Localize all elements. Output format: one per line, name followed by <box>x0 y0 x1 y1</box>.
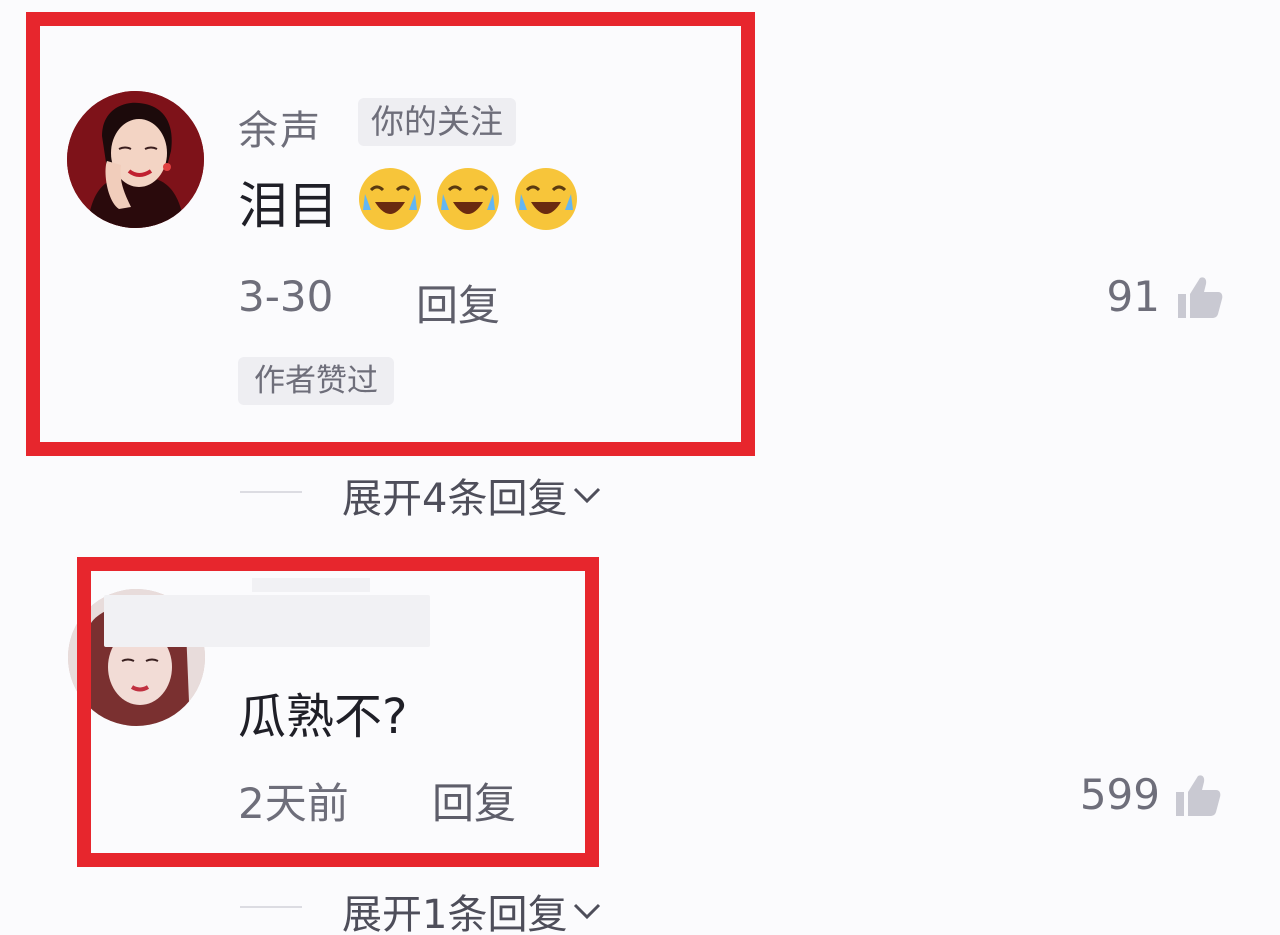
thumbs-up-icon[interactable] <box>1174 772 1222 818</box>
crying-laugh-emoji <box>515 168 577 230</box>
expand-replies-label: 展开4条回复 <box>342 476 568 522</box>
like-count: 599 <box>1079 770 1160 819</box>
emoji-group <box>357 166 579 232</box>
expand-replies-button[interactable]: 展开1条回复 <box>342 882 603 935</box>
author-liked-badge: 作者赞过 <box>238 357 394 405</box>
comment-text: 瓜熟不? <box>238 689 408 745</box>
expand-replies-label: 展开1条回复 <box>342 892 568 935</box>
reply-button[interactable]: 回复 <box>416 272 500 333</box>
comment-time: 3-30 <box>238 272 334 321</box>
username[interactable]: 余声 <box>238 98 322 156</box>
comment-time: 2天前 <box>238 779 349 828</box>
crying-laugh-emoji <box>359 168 421 230</box>
expand-replies-button[interactable]: 展开4条回复 <box>342 466 603 524</box>
divider-line <box>240 906 302 908</box>
avatar[interactable] <box>67 91 204 228</box>
chevron-down-icon <box>574 903 601 920</box>
follow-badge: 你的关注 <box>358 98 516 146</box>
thumbs-up-icon[interactable] <box>1176 274 1224 320</box>
reply-button[interactable]: 回复 <box>432 770 516 831</box>
comment-list: 余声 你的关注 泪目 3-30 回复 作者赞过 91 展开4条回复 瓜熟不? 2… <box>0 0 1280 935</box>
comment-text: 泪目 <box>238 177 338 235</box>
redacted-username <box>104 595 430 647</box>
like-count: 91 <box>1106 272 1160 321</box>
chevron-down-icon <box>574 487 601 504</box>
redaction-mark <box>252 578 370 592</box>
divider-line <box>240 491 302 493</box>
crying-laugh-emoji <box>437 168 499 230</box>
